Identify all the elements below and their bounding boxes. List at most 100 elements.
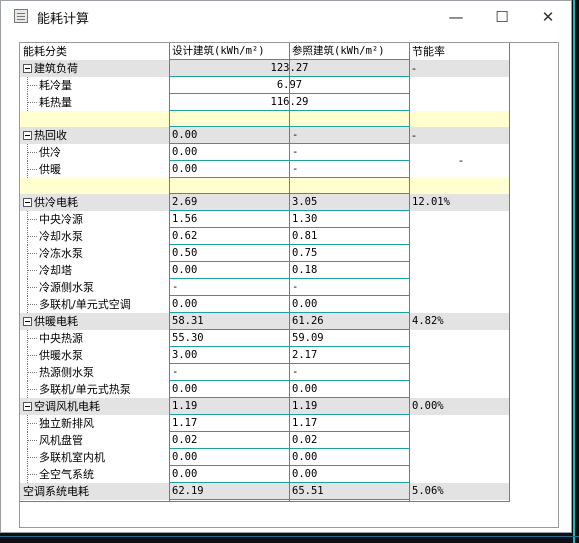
row-design: 0.00: [172, 383, 198, 395]
grid-line: [169, 414, 410, 415]
group-row-cooling[interactable]: 供冷电耗 2.69 3.05 12.01%: [20, 194, 510, 211]
header-design[interactable]: 设计建筑(kWh/m²): [172, 43, 287, 60]
row-design: 0.50: [172, 247, 198, 259]
tree-branch-icon: [23, 466, 39, 483]
row-design: 0.00: [172, 163, 198, 175]
close-button[interactable]: ✕: [525, 1, 571, 32]
table-row[interactable]: 供冷 0.00 - -: [20, 144, 510, 167]
table-row[interactable]: 热源侧水泵 - -: [20, 364, 510, 381]
table-row[interactable]: 中央冷源 1.56 1.30: [20, 211, 510, 228]
grid-line: [169, 295, 410, 296]
tree-branch-icon: [23, 144, 39, 161]
tree-branch-icon: [23, 262, 39, 279]
grid-line: [169, 43, 170, 502]
row-label: 供暖: [39, 163, 61, 176]
collapse-icon[interactable]: [23, 197, 32, 207]
collapse-icon[interactable]: [23, 316, 32, 326]
group-row-fan[interactable]: 空调风机电耗 1.19 1.19 0.00%: [20, 398, 510, 415]
group-ratio: 0.00%: [412, 400, 444, 412]
row-label-cell: 风机盘管: [23, 432, 169, 449]
grid-line: [169, 465, 410, 466]
row-label: 多联机室内机: [39, 451, 105, 464]
group-label: 供冷电耗: [34, 196, 78, 209]
header-category[interactable]: 能耗分类: [23, 43, 169, 60]
row-reference: 0.81: [292, 230, 318, 242]
group-design: 2.69: [172, 196, 198, 208]
group-ratio: 4.82%: [412, 315, 444, 327]
grid-line: [20, 501, 510, 502]
header-saving-rate[interactable]: 节能率: [412, 43, 510, 60]
row-label: 冷源侧水泵: [39, 281, 94, 294]
group-design: 1.19: [172, 400, 198, 412]
table-row[interactable]: 冷却塔 0.00 0.18: [20, 262, 510, 279]
table-row[interactable]: 供暖 0.00 -: [20, 161, 510, 178]
group-row-building-load[interactable]: 建筑负荷 123.27 -: [20, 60, 510, 77]
collapse-icon[interactable]: [23, 130, 32, 140]
row-label-cell: 耗冷量: [23, 77, 169, 94]
grid-line: [169, 346, 410, 347]
table-row[interactable]: 冷源侧水泵 - -: [20, 279, 510, 296]
group-label-cell: 供暖电耗: [23, 313, 169, 330]
table-row[interactable]: 多联机/单元式热泵 0.00 0.00: [20, 381, 510, 398]
grid-line: [169, 193, 410, 194]
row-label: 耗热量: [39, 96, 72, 109]
tree-branch-icon: [23, 228, 39, 245]
table-row[interactable]: 独立新排风 1.17 1.17: [20, 415, 510, 432]
grid-line: [169, 227, 410, 228]
title-bar[interactable]: 能耗计算 — ☐ ✕: [1, 1, 571, 32]
header-reference[interactable]: 参照建筑(kWh/m²): [292, 43, 407, 60]
row-reference: 0.00: [292, 383, 318, 395]
row-label-cell: 冷源侧水泵: [23, 279, 169, 296]
row-reference: 1.17: [292, 417, 318, 429]
table-row[interactable]: 冷却水泵 0.62 0.81: [20, 228, 510, 245]
grid-line: [169, 93, 410, 94]
grid-line: [169, 177, 410, 178]
group-ratio: -: [412, 129, 416, 142]
table-row[interactable]: 风机盘管 0.02 0.02: [20, 432, 510, 449]
energy-table: 能耗分类 设计建筑(kWh/m²) 参照建筑(kWh/m²) 节能率 建筑负荷 …: [20, 43, 510, 502]
total-row[interactable]: 空调系统电耗 62.19 65.51 5.06%: [20, 483, 510, 500]
row-label-cell: 耗热量: [23, 94, 169, 111]
row-design: 0.00: [172, 298, 198, 310]
grid-line: [169, 312, 410, 313]
table-row[interactable]: 冷冻水泵 0.50 0.75: [20, 245, 510, 262]
row-label: 全空气系统: [39, 468, 94, 481]
collapse-icon[interactable]: [23, 63, 32, 73]
row-label-cell: 供冷: [23, 144, 169, 161]
table-row[interactable]: 供暖水泵 3.00 2.17: [20, 347, 510, 364]
row-label-cell: 独立新排风: [23, 415, 169, 432]
row-label: 风机盘管: [39, 434, 83, 447]
row-label-cell: 冷却塔: [23, 262, 169, 279]
row-reference: -: [292, 281, 299, 293]
row-label: 供冷: [39, 146, 61, 159]
maximize-button[interactable]: ☐: [479, 1, 525, 32]
row-design: 0.00: [172, 468, 198, 480]
collapse-icon[interactable]: [23, 401, 32, 411]
row-label: 冷却水泵: [39, 230, 83, 243]
group-label: 热回收: [34, 129, 67, 142]
group-row-heating[interactable]: 供暖电耗 58.31 61.26 4.82%: [20, 313, 510, 330]
table-row[interactable]: 中央热源 55.30 59.09: [20, 330, 510, 347]
grid-line: [169, 160, 410, 161]
table-row[interactable]: 多联机/单元式空调 0.00 0.00: [20, 296, 510, 313]
row-label: 冷却塔: [39, 264, 72, 277]
row-label-cell: 多联机/单元式热泵: [23, 381, 169, 398]
group-label-cell: 建筑负荷: [23, 60, 169, 77]
group-label: 建筑负荷: [34, 62, 78, 75]
background-cad-line: [573, 0, 575, 543]
grid-line: [289, 43, 290, 502]
grid-line: [169, 76, 410, 77]
tree-branch-icon: [23, 381, 39, 398]
row-design: -: [172, 366, 179, 378]
table-row[interactable]: 耗冷量 6.97: [20, 77, 510, 94]
total-ratio: 5.06%: [412, 485, 444, 497]
group-row-heat-recovery[interactable]: 热回收 0.00 - -: [20, 127, 510, 144]
table-row[interactable]: 耗热量 116.29: [20, 94, 510, 111]
minimize-button[interactable]: —: [433, 1, 479, 32]
group-design: 58.31: [172, 315, 204, 327]
table-row[interactable]: 多联机室内机 0.00 0.00: [20, 449, 510, 466]
table-row[interactable]: 全空气系统 0.00 0.00: [20, 466, 510, 483]
grid-line: [169, 126, 410, 127]
grid-line: [409, 43, 410, 502]
group-label: 空调风机电耗: [34, 400, 100, 413]
